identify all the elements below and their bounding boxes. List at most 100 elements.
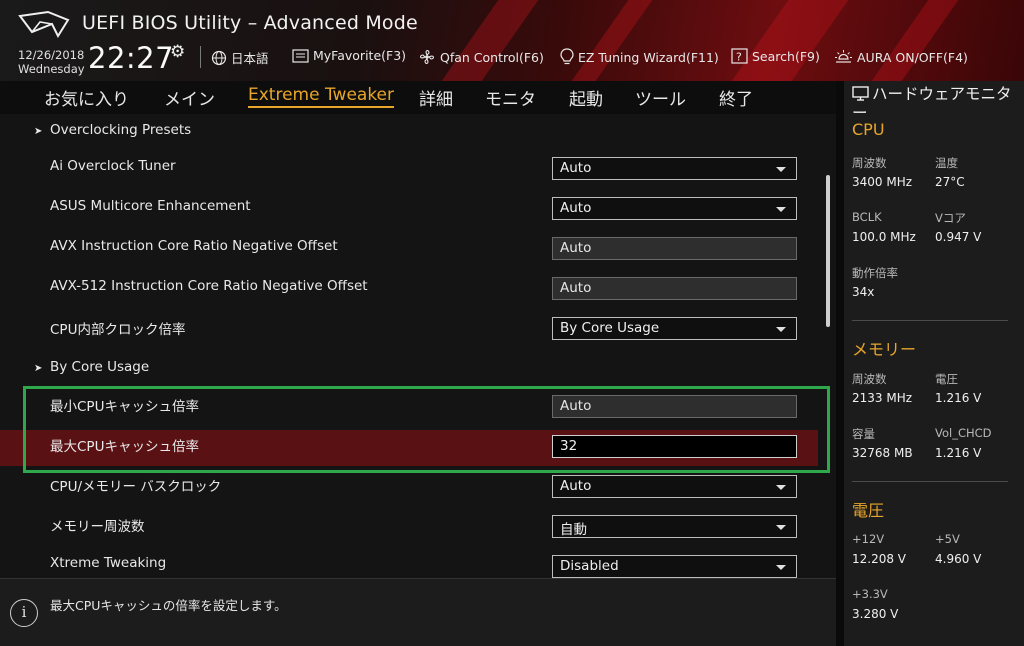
fan-icon: [420, 50, 434, 64]
globe-icon: [211, 50, 227, 65]
help-bar: i 最大CPUキャッシュの倍率を設定します。: [0, 578, 836, 646]
cpu-section-heading: CPU: [852, 120, 885, 139]
submenu-by-core-usage[interactable]: ➤ By Core Usage: [34, 359, 149, 375]
chevron-down-icon: [776, 207, 786, 212]
cpu-vcore-value: 0.947 V: [935, 230, 982, 244]
setting-label: ASUS Multicore Enhancement: [50, 198, 251, 214]
rog-logo-icon: [18, 10, 70, 38]
tab-monitor[interactable]: モニタ: [485, 85, 536, 110]
selection-outline: [23, 386, 830, 473]
voltage-3v3-value: 3.280 V: [852, 607, 899, 621]
tab-exit[interactable]: 終了: [719, 85, 753, 110]
tab-boot[interactable]: 起動: [569, 85, 603, 110]
avx512-offset-field[interactable]: Auto: [552, 277, 797, 300]
ai-overclock-tuner-dropdown[interactable]: Auto: [552, 157, 797, 180]
dropdown-value: Auto: [560, 478, 592, 494]
info-icon: i: [10, 599, 38, 627]
field-value: Auto: [560, 240, 592, 256]
memory-vol-chcd-label: Vol_CHCD: [935, 426, 992, 440]
setting-label: AVX Instruction Core Ratio Negative Offs…: [50, 238, 338, 254]
svg-text:?: ?: [736, 51, 742, 64]
setting-label: CPU内部クロック倍率: [50, 322, 186, 338]
memory-capacity-label: 容量: [852, 427, 875, 441]
qfan-control-label: Qfan Control(F6): [440, 49, 544, 65]
ez-tuning-wizard-label: EZ Tuning Wizard(F11): [578, 49, 719, 65]
help-search-icon: ?: [731, 48, 748, 64]
chevron-down-icon: [776, 327, 786, 332]
tab-extreme-tweaker[interactable]: Extreme Tweaker: [248, 85, 395, 108]
chevron-down-icon: [776, 525, 786, 530]
dropdown-value: Disabled: [560, 558, 619, 574]
cpu-bclk-label: BCLK: [852, 210, 882, 224]
header-decoration: [871, 0, 959, 81]
cpu-temp-value: 27°C: [935, 175, 965, 189]
submenu-label: Overclocking Presets: [50, 122, 192, 138]
setting-label: Xtreme Tweaking: [50, 555, 167, 571]
section-divider: [852, 481, 1008, 482]
memory-freq-label: 周波数: [852, 372, 887, 386]
header-decoration: [441, 0, 539, 81]
tab-favorites[interactable]: お気に入り: [44, 85, 129, 110]
memory-frequency-dropdown[interactable]: 自動: [552, 515, 797, 538]
help-text: 最大CPUキャッシュの倍率を設定します。: [50, 598, 287, 613]
app-title: UEFI BIOS Utility – Advanced Mode: [82, 12, 418, 34]
aura-icon: [835, 50, 852, 63]
cpu-ratio-label: 動作倍率: [852, 266, 898, 280]
tab-advanced[interactable]: 詳細: [419, 85, 453, 110]
header-decoration: [731, 0, 849, 81]
voltage-12v-label: +12V: [852, 532, 885, 546]
submenu-arrow-icon: ➤: [34, 363, 43, 374]
memory-capacity-value: 32768 MB: [852, 446, 913, 460]
chevron-down-icon: [776, 167, 786, 172]
date-display: 12/26/2018 Wednesday: [18, 48, 85, 76]
voltage-12v-value: 12.208 V: [852, 552, 907, 566]
multicore-enhancement-dropdown[interactable]: Auto: [552, 197, 797, 220]
cpu-ratio-value: 34x: [852, 285, 875, 299]
xtreme-tweaking-dropdown[interactable]: Disabled: [552, 555, 797, 578]
qfan-control-button[interactable]: Qfan Control(F6): [418, 48, 544, 66]
submenu-label: By Core Usage: [50, 359, 150, 375]
weekday-text: Wednesday: [18, 62, 85, 76]
voltage-5v-label: +5V: [935, 532, 960, 546]
setting-label: メモリー周波数: [50, 519, 145, 535]
cpu-temp-label: 温度: [935, 156, 958, 170]
monitor-icon: [852, 86, 869, 101]
memory-section-heading: メモリー: [852, 340, 917, 359]
chevron-down-icon: [776, 565, 786, 570]
hardware-monitor-title-text: ハードウェアモニター: [852, 85, 1012, 122]
cpu-core-ratio-dropdown[interactable]: By Core Usage: [552, 317, 797, 340]
date-text: 12/26/2018: [18, 48, 85, 62]
header-bar: UEFI BIOS Utility – Advanced Mode 12/26/…: [0, 0, 1024, 81]
avx-offset-field[interactable]: Auto: [552, 237, 797, 260]
cpu-bclk-value: 100.0 MHz: [852, 230, 916, 244]
memory-freq-value: 2133 MHz: [852, 391, 913, 405]
submenu-arrow-icon: ➤: [34, 126, 43, 137]
tab-main[interactable]: メイン: [164, 85, 215, 110]
clock-settings-gear-icon[interactable]: ⚙: [170, 42, 185, 62]
aura-toggle-button[interactable]: AURA ON/OFF(F4): [834, 48, 968, 66]
dropdown-value: 自動: [560, 522, 587, 538]
tab-tool[interactable]: ツール: [635, 85, 686, 110]
voltage-5v-value: 4.960 V: [935, 552, 982, 566]
chevron-down-icon: [776, 485, 786, 490]
scrollbar-thumb[interactable]: [826, 175, 830, 327]
header-separator: [200, 46, 201, 68]
ez-tuning-wizard-button[interactable]: EZ Tuning Wizard(F11): [560, 48, 719, 66]
memory-volt-value: 1.216 V: [935, 391, 982, 405]
search-button[interactable]: ? Search(F9): [731, 48, 820, 64]
language-label: 日本語: [231, 51, 269, 66]
setting-label: CPU/メモリー バスクロック: [50, 479, 222, 495]
language-button[interactable]: 日本語: [211, 48, 269, 67]
hardware-monitor-panel: ハードウェアモニター CPU 周波数 温度 3400 MHz 27°C BCLK…: [844, 81, 1024, 646]
voltage-section-heading: 電圧: [852, 501, 885, 520]
myfavorite-label: MyFavorite(F3): [313, 48, 407, 63]
bus-clock-dropdown[interactable]: Auto: [552, 475, 797, 498]
dropdown-value: By Core Usage: [560, 320, 660, 336]
search-label: Search(F9): [752, 48, 820, 64]
myfavorite-button[interactable]: MyFavorite(F3): [292, 48, 406, 63]
cpu-freq-value: 3400 MHz: [852, 175, 913, 189]
submenu-overclocking-presets[interactable]: ➤ Overclocking Presets: [34, 122, 191, 138]
hardware-monitor-title: ハードウェアモニター: [852, 85, 1020, 123]
setting-label: AVX-512 Instruction Core Ratio Negative …: [50, 278, 368, 294]
aura-toggle-label: AURA ON/OFF(F4): [857, 49, 968, 65]
